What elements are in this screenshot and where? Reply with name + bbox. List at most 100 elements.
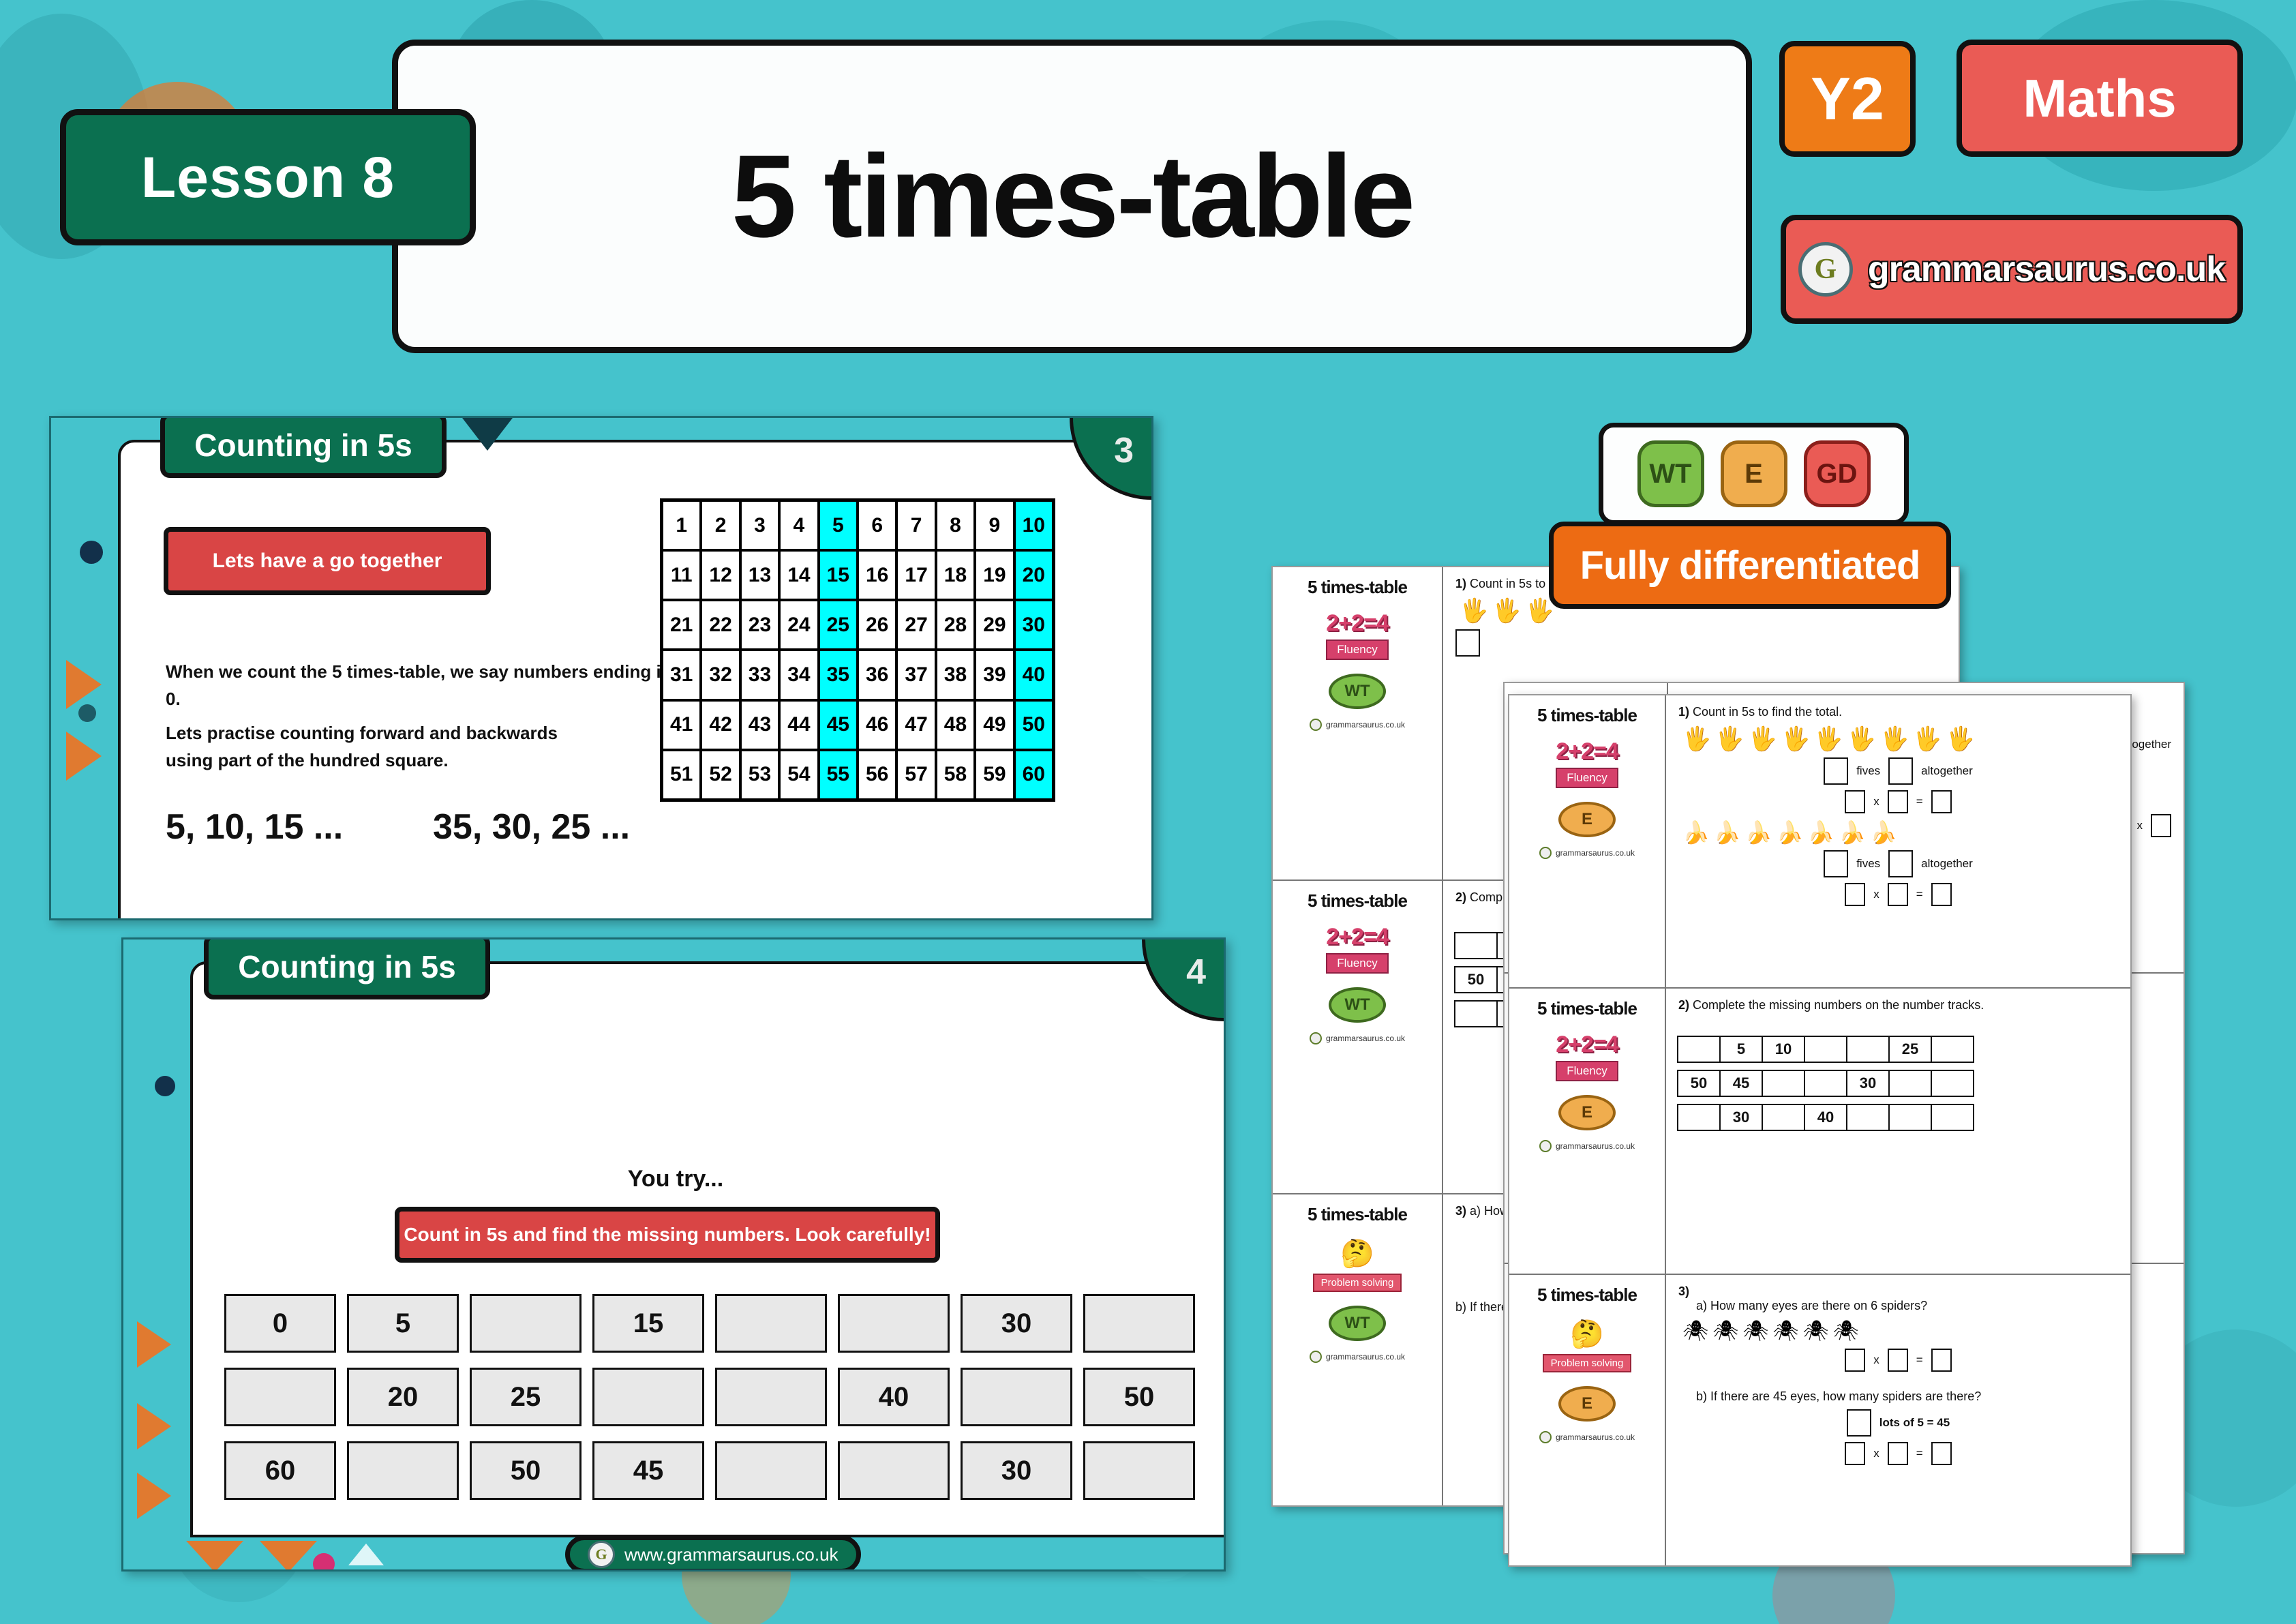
answer-box[interactable]	[1931, 1349, 1952, 1372]
number-track-cell[interactable]: 30	[1719, 1104, 1763, 1131]
number-track-cell[interactable]: 45	[592, 1441, 704, 1500]
hundred-square-cell: 13	[740, 550, 780, 601]
number-track-cell[interactable]: 5	[1719, 1036, 1763, 1063]
answer-row[interactable]: fives altogether	[1678, 757, 2118, 785]
answer-box[interactable]	[1931, 790, 1952, 813]
answer-box[interactable]	[1824, 757, 1849, 785]
answer-box[interactable]	[1888, 757, 1914, 785]
hundred-square-cell: 51	[662, 749, 701, 800]
number-track-blank-cell[interactable]	[1083, 1294, 1195, 1353]
answer-box[interactable]	[1845, 1349, 1866, 1372]
worksheet-number-track[interactable]: 30 40	[1677, 1104, 2118, 1131]
hundred-square-cell: 60	[1014, 749, 1053, 800]
hundred-square-cell: 4	[779, 500, 819, 551]
answer-row[interactable]	[1455, 629, 1946, 657]
slide3-paragraph-2-line-1: Lets practise counting forward and backw…	[166, 723, 558, 743]
number-track-blank-cell[interactable]	[1762, 1104, 1805, 1131]
hundred-square-cell: 48	[935, 700, 976, 750]
number-track-cell[interactable]: 30	[961, 1441, 1072, 1500]
worksheet-e[interactable]: 5 times-table 2+2=4 Fluency E grammarsau…	[1508, 694, 2132, 1567]
grammarsaurus-logo-icon: G	[1798, 242, 1853, 297]
number-track-blank-cell[interactable]	[1846, 1036, 1890, 1063]
spider-icon: 🕷	[1832, 1320, 1859, 1342]
equation-row[interactable]: x =	[1678, 790, 2118, 813]
number-track-blank-cell[interactable]	[838, 1294, 950, 1353]
number-track-cell[interactable]: 40	[838, 1368, 950, 1426]
number-track-blank-cell[interactable]	[1762, 1070, 1805, 1097]
number-track-blank-cell[interactable]	[1931, 1104, 1974, 1131]
number-track-blank-cell[interactable]	[1846, 1104, 1890, 1131]
fluency-tag: Fluency	[1556, 1061, 1618, 1081]
number-track-blank-cell[interactable]	[347, 1441, 459, 1500]
number-track-cell[interactable]: 60	[224, 1441, 336, 1500]
decor-triangle	[137, 1403, 171, 1449]
number-track-blank-cell[interactable]	[838, 1441, 950, 1500]
number-track-blank-cell[interactable]	[224, 1368, 336, 1426]
multiply-symbol: x	[2136, 819, 2143, 832]
hundred-square-cell: 12	[701, 550, 740, 601]
number-track-blank-cell[interactable]	[1804, 1070, 1847, 1097]
number-track-blank-cell[interactable]	[715, 1441, 827, 1500]
number-track-cell[interactable]: 25	[1888, 1036, 1932, 1063]
number-track-cell[interactable]: 50	[1454, 966, 1498, 993]
number-track-cell[interactable]: 30	[1846, 1070, 1890, 1097]
answer-box[interactable]	[1887, 1349, 1908, 1372]
answer-box[interactable]	[1845, 883, 1866, 906]
worksheet-panel: 5 times-table 🤔 Problem solving E gramma…	[1509, 1275, 2130, 1565]
problem-solving-tag: Problem solving	[1542, 1354, 1632, 1372]
number-track-blank-cell[interactable]	[715, 1368, 827, 1426]
number-track-blank-cell[interactable]	[1931, 1036, 1974, 1063]
fluency-equation-art: 2+2=4	[1326, 924, 1389, 950]
number-track-blank-cell[interactable]	[1454, 932, 1498, 959]
answer-box[interactable]	[1455, 629, 1480, 657]
number-track-cell[interactable]: 15	[592, 1294, 704, 1353]
number-track-blank-cell[interactable]	[1677, 1036, 1721, 1063]
number-track-cell[interactable]: 30	[961, 1294, 1072, 1353]
number-track-blank-cell[interactable]	[1083, 1441, 1195, 1500]
equation-row[interactable]: x =	[1678, 1442, 2118, 1465]
slide-counting-in-5s-teach[interactable]: 3 Counting in 5s Lets have a go together…	[49, 416, 1153, 920]
number-track-cell[interactable]: 20	[347, 1368, 459, 1426]
answer-box[interactable]	[1846, 1409, 1871, 1437]
hundred-square-cell: 34	[779, 650, 819, 700]
number-track-cell[interactable]: 0	[224, 1294, 336, 1353]
answer-box[interactable]	[1887, 790, 1908, 813]
number-track-cell[interactable]: 50	[1677, 1070, 1721, 1097]
number-track-blank-cell[interactable]	[1931, 1070, 1974, 1097]
number-track-blank-cell[interactable]	[961, 1368, 1072, 1426]
number-track-blank-cell[interactable]	[715, 1294, 827, 1353]
worksheet-number-track[interactable]: 5 10 25	[1677, 1036, 2118, 1063]
answer-box[interactable]	[1887, 1442, 1908, 1465]
number-track-blank-cell[interactable]	[1804, 1036, 1847, 1063]
answer-box[interactable]	[1931, 883, 1952, 906]
equation-row[interactable]: x =	[1678, 883, 2118, 906]
number-track-blank-cell[interactable]	[470, 1294, 581, 1353]
number-track-blank-cell[interactable]	[1888, 1070, 1932, 1097]
number-track-blank-cell[interactable]	[1888, 1104, 1932, 1131]
answer-box[interactable]	[2151, 814, 2171, 837]
worksheet-number-track[interactable]: 50 45 30	[1677, 1070, 2118, 1097]
number-track-cell[interactable]: 5	[347, 1294, 459, 1353]
seal-e: E	[1720, 440, 1787, 507]
answer-box[interactable]	[1931, 1442, 1952, 1465]
equation-row[interactable]: x =	[1678, 1349, 2118, 1372]
slide4-number-tracks[interactable]: 0 5 15 30 20 25 40 50 60 50 45 30	[224, 1294, 1195, 1500]
slide-counting-in-5s-practice[interactable]: 4 Counting in 5s You try... Count in 5s …	[121, 937, 1226, 1572]
answer-box[interactable]	[1888, 850, 1914, 877]
number-track-cell[interactable]: 40	[1804, 1104, 1847, 1131]
answer-row[interactable]: fives altogether	[1678, 850, 2118, 877]
answer-box[interactable]	[1824, 850, 1849, 877]
worksheet-footer-url: grammarsaurus.co.uk	[1325, 1034, 1406, 1043]
number-track-cell[interactable]: 10	[1762, 1036, 1805, 1063]
number-track-cell[interactable]: 50	[1083, 1368, 1195, 1426]
number-track-blank-cell[interactable]	[592, 1368, 704, 1426]
answer-box[interactable]	[1887, 883, 1908, 906]
number-track-blank-cell[interactable]	[1454, 1000, 1498, 1027]
answer-box[interactable]	[1845, 790, 1866, 813]
number-track-cell[interactable]: 45	[1719, 1070, 1763, 1097]
lots-of-row[interactable]: lots of 5 = 45	[1678, 1409, 2118, 1437]
number-track-cell[interactable]: 25	[470, 1368, 581, 1426]
number-track-blank-cell[interactable]	[1677, 1104, 1721, 1131]
number-track-cell[interactable]: 50	[470, 1441, 581, 1500]
answer-box[interactable]	[1845, 1442, 1866, 1465]
